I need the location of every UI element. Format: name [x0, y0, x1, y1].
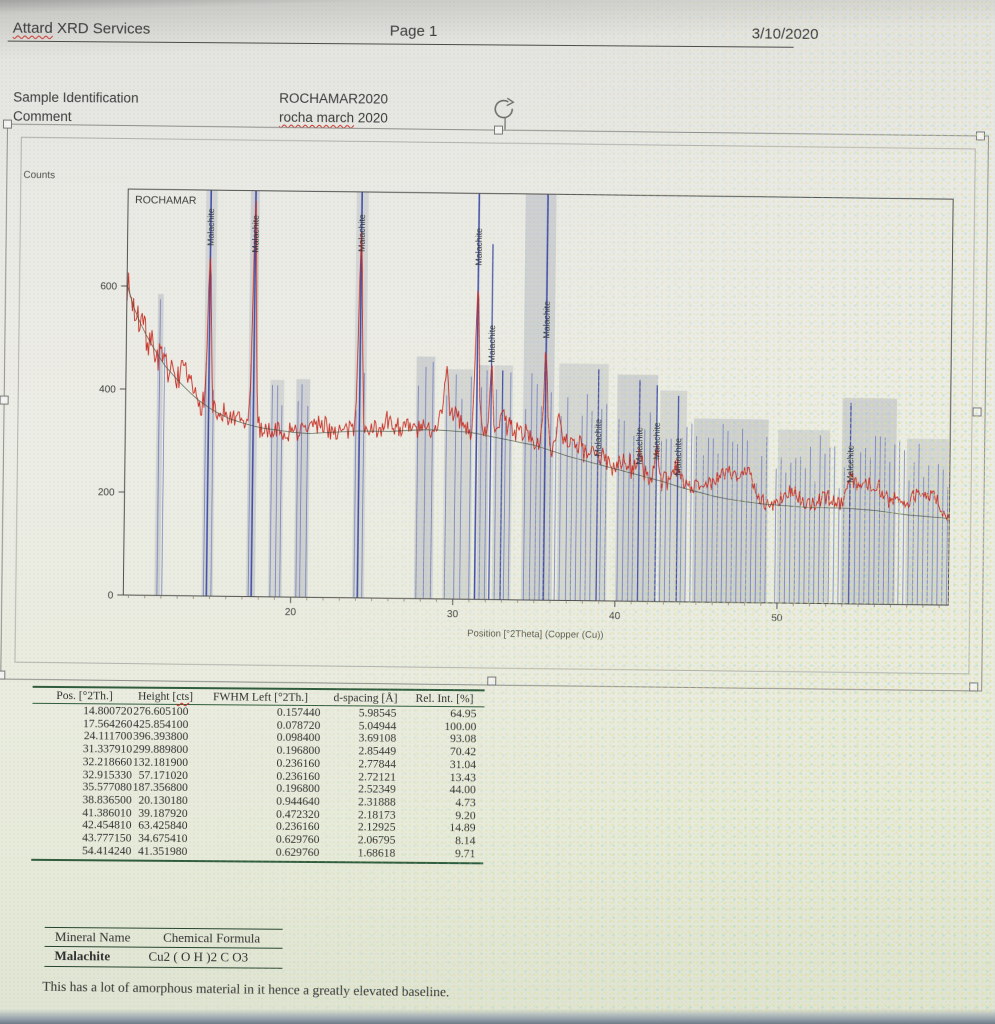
header-page-number: Page 1: [390, 23, 438, 40]
header-part: Height [: [138, 690, 176, 703]
comment-misspelled: rocha march: [279, 110, 354, 126]
handle-top-left[interactable]: [3, 120, 12, 129]
cell: 132.181900: [133, 756, 194, 769]
svg-text:20: 20: [285, 607, 297, 618]
table-row: MalachiteCu2 ( O H )2 C O3: [44, 947, 282, 969]
cell: 1.68618: [358, 847, 404, 860]
peak-table: Pos. [°2Th.] Height [cts] FWHM Left [°2Th.…: [31, 686, 484, 865]
cell: 9.71: [455, 848, 483, 861]
column-header: Height [cts]: [138, 690, 193, 703]
cell: 0.944640: [276, 796, 326, 809]
xrd-plot-svg: ROCHAMAR 0 200 400 600 20 30 40 50 Position [°2Th…: [0, 124, 989, 688]
table-row: 54.41424041.351980 0.629760 1.68618 9.71: [31, 845, 483, 861]
handle-bottom-right[interactable]: [969, 682, 978, 691]
handle-middle-left[interactable]: [0, 396, 9, 405]
sample-id-value: ROCHAMAR2020: [279, 91, 388, 107]
peak-label: Malachite: [845, 445, 855, 483]
mineral-table-header: Mineral Name Chemical Formula: [45, 927, 283, 949]
cell: 0.236160: [276, 758, 326, 771]
cell: 64.95: [450, 708, 484, 721]
peak-label: Malachite: [206, 208, 216, 246]
header-left-rest: XRD Services: [53, 20, 151, 38]
handle-bottom-left[interactable]: [0, 670, 5, 679]
sample-id-label: Sample Identification: [13, 90, 138, 106]
svg-text:40: 40: [609, 611, 621, 622]
cell: Cu2 ( O H )2 C O3: [140, 949, 282, 966]
peak-label: Malachite: [250, 215, 260, 253]
cell: 31.04: [450, 759, 484, 772]
peak-label: Malachite: [634, 427, 644, 465]
footer-note: This has a lot of amorphous material in …: [42, 979, 449, 1001]
header-part: ]: [189, 690, 193, 703]
handle-top-right[interactable]: [976, 131, 985, 140]
handle-bottom-middle[interactable]: [487, 676, 496, 685]
svg-text:0: 0: [108, 590, 114, 601]
cell: Malachite: [44, 948, 140, 965]
peak-label: Malachite: [651, 422, 661, 460]
svg-text:Position [°2Theta] (Copper (Cu: Position [°2Theta] (Copper (Cu)): [467, 628, 603, 641]
comment-rest: 2020: [354, 110, 388, 125]
cell: 41.351980: [138, 845, 193, 858]
svg-text:600: 600: [100, 281, 117, 292]
header-rule: [8, 41, 794, 48]
cell: 54.414240: [82, 845, 135, 858]
rotation-handle-icon[interactable]: [484, 96, 526, 131]
svg-text:50: 50: [771, 613, 783, 624]
header-misspelled: cts: [176, 690, 189, 703]
document-page: Attard XRD Services Page 1 3/10/2020 Sam…: [0, 0, 995, 1024]
peak-label: Malachite: [487, 325, 497, 363]
cell: 4.73: [455, 797, 483, 810]
mineral-table: Mineral Name Chemical Formula MalachiteCu…: [44, 927, 282, 969]
svg-text:400: 400: [99, 384, 116, 395]
peak-label: Malachite: [474, 228, 484, 266]
svg-text:ROCHAMAR: ROCHAMAR: [135, 194, 197, 207]
cell: 8.14: [455, 835, 483, 848]
svg-text:200: 200: [98, 487, 115, 498]
mineral-table-body: MalachiteCu2 ( O H )2 C O3: [44, 947, 282, 969]
peak-label: Malachite: [356, 214, 366, 252]
column-header: Chemical Formula: [163, 930, 260, 947]
screen-photo: Attard XRD Services Page 1 3/10/2020 Sam…: [0, 0, 995, 1024]
comment-label: Comment: [13, 109, 72, 124]
column-header: Rel. Int. [%]: [415, 692, 473, 705]
header-left: Attard XRD Services: [13, 20, 151, 38]
handle-middle-right[interactable]: [973, 407, 982, 416]
comment-value: rocha march 2020: [279, 110, 388, 126]
svg-text:30: 30: [447, 609, 459, 620]
peak-label: Malachite: [673, 438, 683, 476]
column-header: FWHM Left [°2Th.]: [213, 690, 308, 704]
cell: 32.218660: [83, 756, 136, 769]
column-header: Pos. [°2Th.]: [56, 689, 113, 702]
cell: 0.629760: [276, 846, 326, 859]
cell: 2.31888: [358, 796, 404, 809]
cell: 2.77844: [358, 758, 404, 771]
peak-table-body: 14.800720276.6051000.1574405.9854564.951…: [31, 704, 484, 865]
header-date: 3/10/2020: [752, 25, 819, 43]
column-header: d-spacing [Å]: [333, 691, 397, 705]
peak-label: Malachite: [541, 301, 551, 339]
peak-label: Malachite: [593, 419, 603, 457]
column-header: Mineral Name: [55, 929, 131, 946]
xrd-chart-object[interactable]: Counts ROCHAMAR020040060020304050Positio…: [0, 124, 989, 692]
header-left-word: Attard: [13, 20, 53, 37]
